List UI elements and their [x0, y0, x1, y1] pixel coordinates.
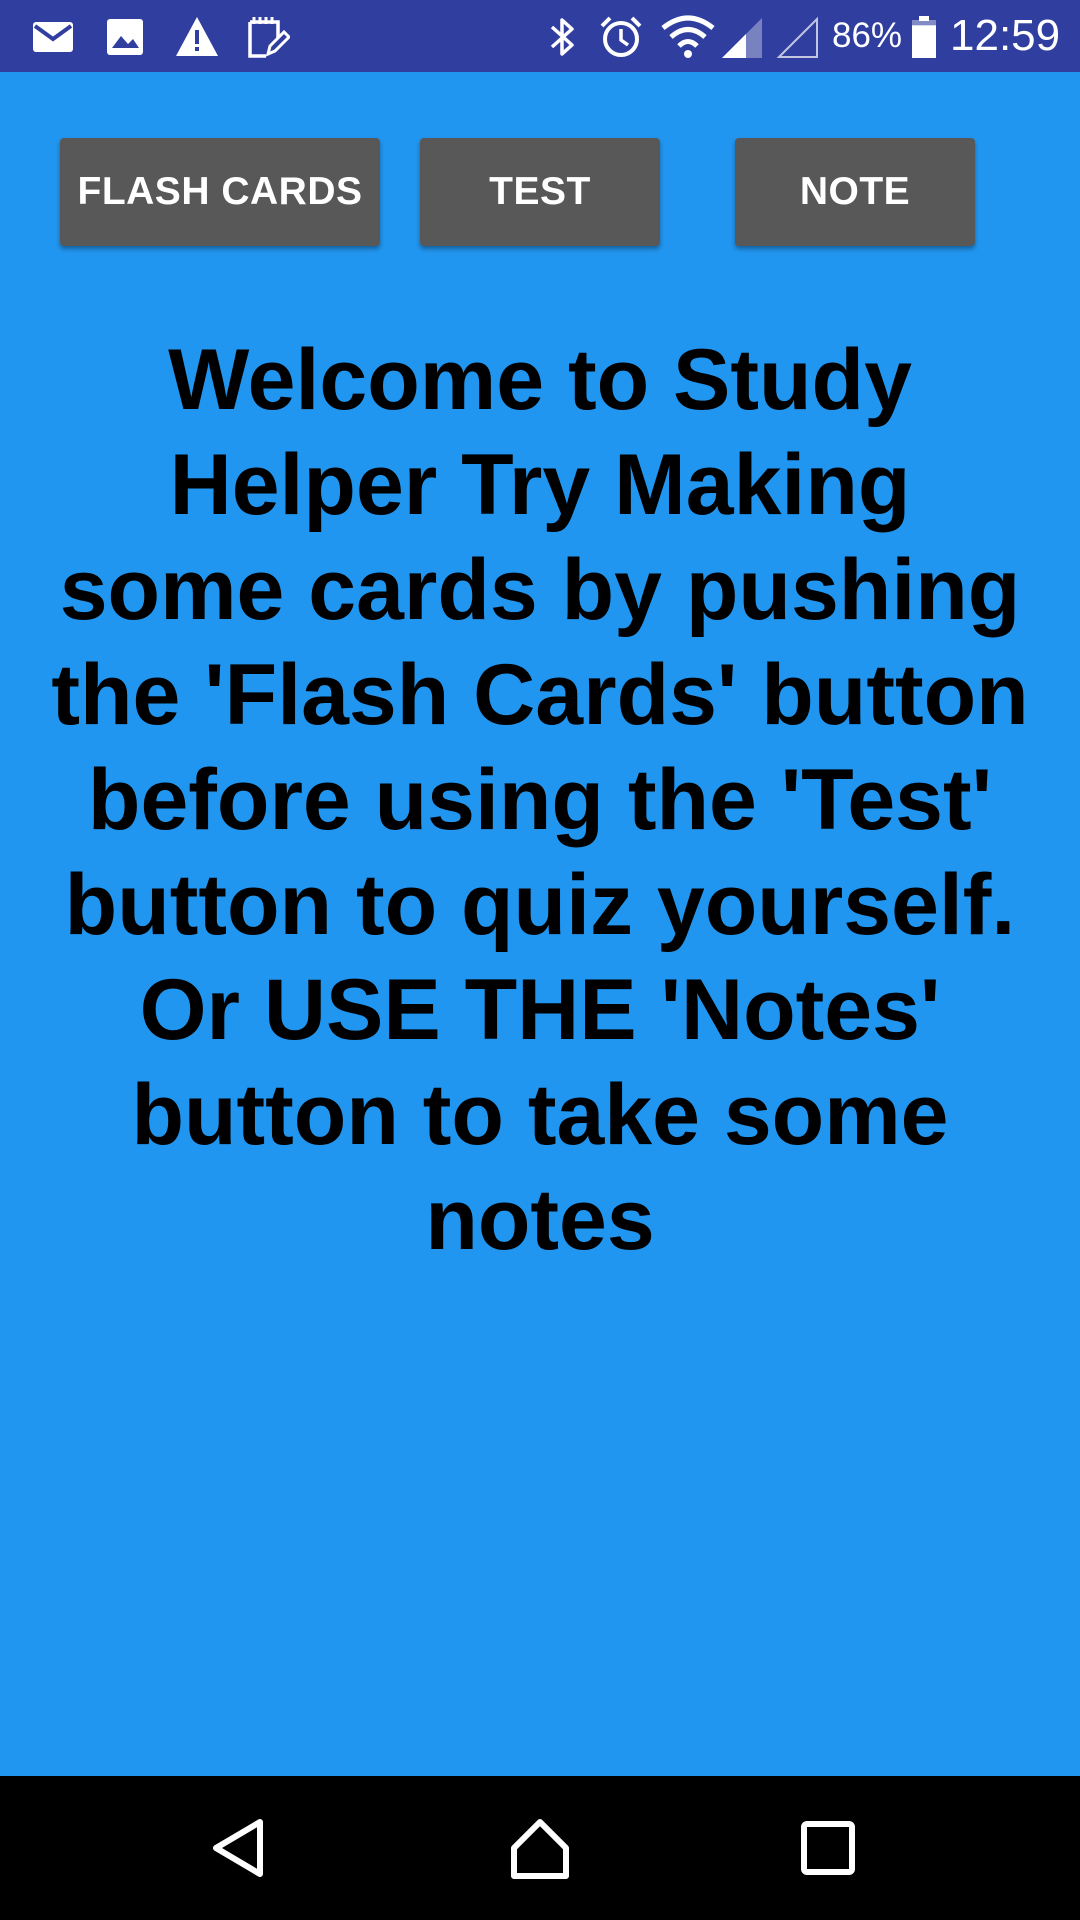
- wifi-icon: [661, 15, 715, 58]
- flash-cards-button[interactable]: FLASH CARDS: [60, 138, 380, 246]
- navigation-bar: [0, 1776, 1080, 1920]
- alarm-icon: [600, 16, 642, 57]
- battery-percent: 86%: [832, 16, 903, 55]
- status-bar: 86% 12:59: [0, 0, 1080, 72]
- home-icon[interactable]: [508, 1816, 572, 1880]
- back-icon[interactable]: [208, 1816, 272, 1880]
- battery-icon: [912, 16, 936, 58]
- recents-icon[interactable]: [796, 1816, 860, 1880]
- cell-signal-empty-icon: [776, 16, 818, 58]
- bluetooth-icon: [550, 18, 574, 56]
- clock: 12:59: [950, 11, 1061, 60]
- welcome-message: Welcome to Study Helper Try Making some …: [51, 332, 1029, 1268]
- image-icon: [107, 19, 143, 55]
- warning-icon: [176, 17, 218, 56]
- app-screen: 86% 12:59 FLASH CARDS TEST NOTE Welcome …: [0, 0, 1080, 1920]
- test-button[interactable]: TEST: [420, 138, 660, 246]
- note-button[interactable]: NOTE: [735, 138, 975, 246]
- mail-icon: [33, 22, 73, 52]
- cell-signal-icon: [722, 18, 762, 58]
- notepad-icon: [248, 17, 290, 58]
